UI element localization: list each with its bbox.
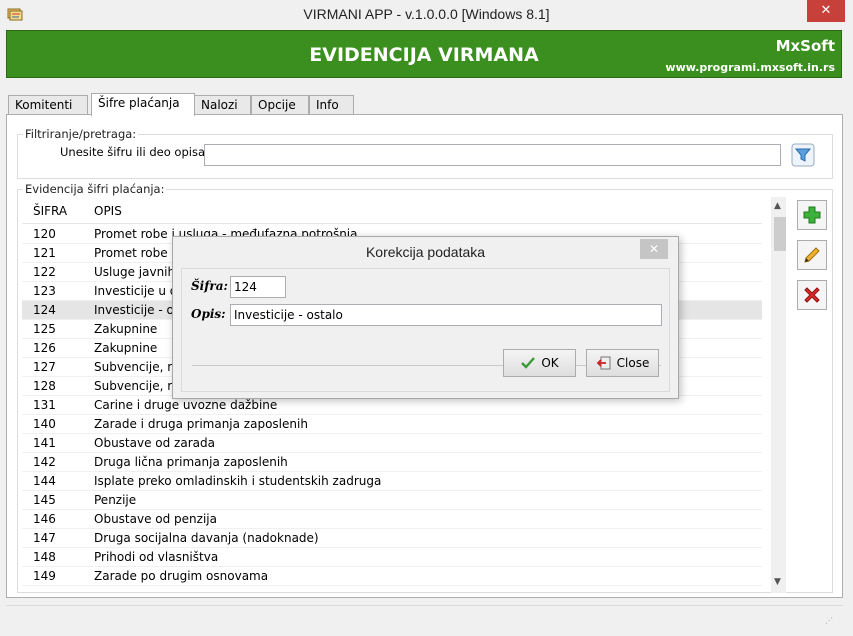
row-description: Prihodi od vlasništva bbox=[94, 550, 219, 564]
row-code: 121 bbox=[33, 246, 56, 260]
scroll-up-icon[interactable]: ▲ bbox=[774, 201, 781, 211]
add-icon bbox=[803, 206, 821, 224]
row-code: 122 bbox=[33, 265, 56, 279]
close-button[interactable]: Close bbox=[586, 349, 659, 377]
desc-field[interactable]: Investicije - ostalo bbox=[230, 304, 662, 326]
filter-input[interactable] bbox=[204, 144, 781, 166]
edit-dialog: Korekcija podataka ✕ Šifra: 124 Opis: In… bbox=[172, 236, 679, 399]
row-code: 126 bbox=[33, 341, 56, 355]
records-group-label: Evidencija šifri plaćanja: bbox=[23, 182, 167, 196]
table-row[interactable]: 140 Zarade i druga primanja zaposlenih bbox=[22, 415, 762, 434]
row-code: 125 bbox=[33, 322, 56, 336]
row-code: 147 bbox=[33, 531, 56, 545]
row-code: 149 bbox=[33, 569, 56, 583]
table-row[interactable]: 145 Penzije bbox=[22, 491, 762, 510]
tab-sifre-placanja[interactable]: Šifre plaćanja bbox=[91, 93, 195, 116]
checkmark-icon bbox=[521, 357, 536, 369]
row-description: Isplate preko omladinskih i studentskih … bbox=[94, 474, 382, 488]
row-description: Druga lična primanja zaposlenih bbox=[94, 455, 288, 469]
dialog-close-button[interactable]: ✕ bbox=[640, 239, 668, 259]
table-row[interactable]: 146 Obustave od penzija bbox=[22, 510, 762, 529]
table-row[interactable]: 147 Druga socijalna davanja (nadoknade) bbox=[22, 529, 762, 548]
row-description: Penzije bbox=[94, 493, 137, 507]
row-code: 123 bbox=[33, 284, 56, 298]
dialog-title: Korekcija podataka bbox=[365, 244, 486, 260]
desc-label: Opis: bbox=[191, 307, 226, 321]
row-code: 148 bbox=[33, 550, 56, 564]
row-description: Carine i druge uvozne dažbine bbox=[94, 398, 278, 412]
row-code: 146 bbox=[33, 512, 56, 526]
window-close-button[interactable]: ✕ bbox=[807, 0, 845, 22]
list-item-partial bbox=[22, 586, 762, 593]
table-row[interactable]: 141 Obustave od zarada bbox=[22, 434, 762, 453]
table-row[interactable]: 142 Druga lična primanja zaposlenih bbox=[22, 453, 762, 472]
row-description: Zakupnine bbox=[94, 322, 158, 336]
delete-button[interactable] bbox=[797, 280, 827, 310]
row-description: Obustave od penzija bbox=[94, 512, 217, 526]
row-code: 140 bbox=[33, 417, 56, 431]
tab-opcije[interactable]: Opcije bbox=[251, 95, 309, 115]
window-title: VIRMANI APP - v.1.0.0.0 [Windows 8.1] bbox=[303, 6, 550, 22]
banner: EVIDENCIJA VIRMANA MxSoft www.programi.m… bbox=[6, 30, 842, 78]
tab-info[interactable]: Info bbox=[309, 95, 354, 115]
dialog-body: Šifra: 124 Opis: Investicije - ostalo OK… bbox=[181, 268, 670, 392]
row-code: 131 bbox=[33, 398, 56, 412]
delete-icon bbox=[804, 287, 820, 303]
row-description: Druga socijalna davanja (nadoknade) bbox=[94, 531, 319, 545]
resize-grip-icon[interactable]: ⋰ bbox=[825, 616, 833, 625]
filter-icon bbox=[791, 143, 815, 167]
ok-button-label: OK bbox=[541, 356, 559, 370]
edit-button[interactable] bbox=[797, 240, 827, 270]
scroll-thumb[interactable] bbox=[774, 217, 786, 251]
filter-button[interactable] bbox=[791, 143, 815, 167]
row-code: 124 bbox=[33, 303, 56, 317]
ok-button[interactable]: OK bbox=[503, 349, 576, 377]
filter-label: Unesite šifru ili deo opisa: bbox=[60, 145, 209, 159]
code-label: Šifra: bbox=[191, 279, 228, 293]
list-scrollbar[interactable]: ▲ ▼ bbox=[771, 197, 786, 593]
row-description: Zakupnine bbox=[94, 341, 158, 355]
close-button-label: Close bbox=[616, 356, 650, 370]
exit-icon bbox=[596, 356, 611, 370]
row-code: 142 bbox=[33, 455, 56, 469]
banner-url: www.programi.mxsoft.in.rs bbox=[665, 61, 835, 74]
banner-brand: MxSoft bbox=[775, 37, 835, 55]
table-row[interactable]: 144 Isplate preko omladinskih i studentsk… bbox=[22, 472, 762, 491]
table-row[interactable]: 148 Prihodi od vlasništva bbox=[22, 548, 762, 567]
row-code: 144 bbox=[33, 474, 56, 488]
status-bar: ⋰ bbox=[6, 605, 843, 631]
filter-group-label: Filtriranje/pretraga: bbox=[23, 127, 139, 141]
row-code: 120 bbox=[33, 227, 56, 241]
tab-komitenti[interactable]: Komitenti bbox=[8, 95, 88, 115]
title-bar: VIRMANI APP - v.1.0.0.0 [Windows 8.1] ✕ bbox=[0, 0, 853, 28]
add-button[interactable] bbox=[797, 200, 827, 230]
scroll-down-icon[interactable]: ▼ bbox=[774, 577, 781, 587]
code-field[interactable]: 124 bbox=[230, 276, 286, 298]
list-header: ŠIFRA OPIS bbox=[22, 197, 762, 224]
row-description: Zarade po drugim osnovama bbox=[94, 569, 269, 583]
row-description: Zarade i druga primanja zaposlenih bbox=[94, 417, 308, 431]
row-code: 145 bbox=[33, 493, 56, 507]
row-code: 127 bbox=[33, 360, 56, 374]
table-row[interactable]: 149 Zarade po drugim osnovama bbox=[22, 567, 762, 586]
row-code: 128 bbox=[33, 379, 56, 393]
row-description: Obustave od zarada bbox=[94, 436, 215, 450]
column-header-opis[interactable]: OPIS bbox=[94, 204, 122, 218]
edit-icon bbox=[804, 247, 820, 263]
tab-nalozi[interactable]: Nalozi bbox=[194, 95, 251, 115]
column-header-sifra[interactable]: ŠIFRA bbox=[33, 204, 67, 218]
row-code: 141 bbox=[33, 436, 56, 450]
